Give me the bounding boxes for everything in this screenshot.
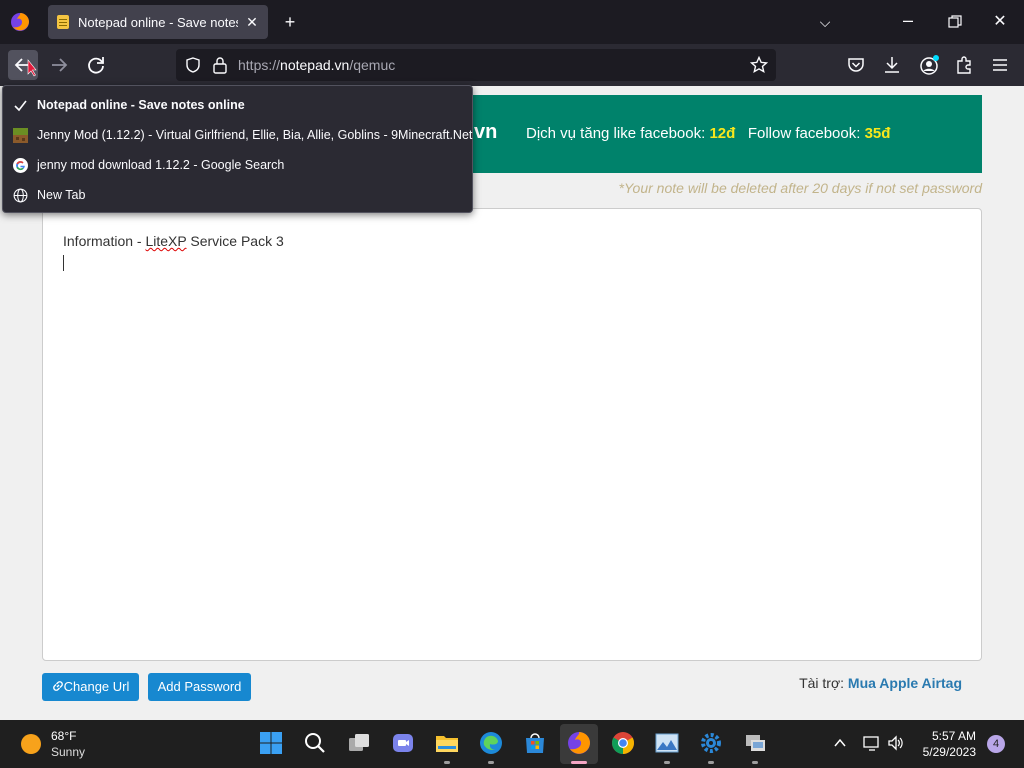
downloads-icon[interactable] (883, 55, 901, 75)
reload-button[interactable] (81, 50, 111, 80)
account-icon[interactable] (919, 54, 941, 76)
chevron-up-icon[interactable] (833, 736, 847, 750)
ad-banner[interactable]: vn Dịch vụ tăng like facebook: 12đ Follo… (440, 95, 982, 173)
file-explorer-icon[interactable] (434, 730, 460, 756)
url-path: /qemuc (349, 57, 396, 73)
running-indicator (488, 761, 494, 764)
tracking-protection-shield-icon[interactable] (185, 57, 201, 73)
edge-icon[interactable] (478, 730, 504, 756)
note-editor[interactable]: Information - LiteXP Service Pack 3 (42, 208, 982, 661)
firefox-logo-icon[interactable] (10, 12, 30, 32)
clock-time[interactable]: 5:57 AM (920, 729, 976, 743)
new-tab-icon[interactable]: + (280, 12, 300, 32)
sponsor-text: Tài trợ: Mua Apple Airtag (799, 675, 962, 691)
change-url-label: Change Url (63, 679, 130, 694)
note-expiry-hint: *Your note will be deleted after 20 days… (618, 180, 982, 196)
navigation-toolbar: https://notepad.vn/qemuc (0, 44, 1024, 86)
teams-chat-icon[interactable] (390, 730, 416, 756)
tab-strip: Notepad online - Save notes online ✕ + ⌵… (0, 0, 1024, 44)
list-all-tabs-icon[interactable]: ⌵ (815, 12, 835, 32)
chrome-icon[interactable] (610, 730, 636, 756)
banner-text: Dịch vụ tăng like facebook: 12đ Follow f… (526, 125, 890, 142)
pocket-icon[interactable] (847, 56, 865, 74)
firefox-taskbar-icon[interactable] (566, 730, 592, 756)
history-item-new-tab[interactable]: New Tab (3, 180, 472, 210)
minecraft-favicon-icon (13, 128, 28, 143)
network-icon[interactable] (863, 734, 881, 752)
notepad-favicon-icon (57, 15, 69, 29)
google-favicon-icon (13, 158, 28, 173)
search-icon[interactable] (302, 730, 328, 756)
running-indicator (752, 761, 758, 764)
history-item-9minecraft[interactable]: Jenny Mod (1.12.2) - Virtual Girlfriend,… (3, 120, 472, 150)
running-indicator (444, 761, 450, 764)
notification-badge[interactable]: 4 (987, 735, 1005, 753)
history-item-label: New Tab (37, 188, 86, 202)
settings-app-icon[interactable] (698, 730, 724, 756)
reload-icon (88, 57, 104, 74)
volume-icon[interactable] (887, 734, 905, 752)
remote-desktop-icon[interactable] (742, 730, 768, 756)
photo-viewer-icon[interactable] (654, 730, 680, 756)
forward-button[interactable] (44, 50, 74, 80)
history-item-current[interactable]: Notepad online - Save notes online (3, 90, 472, 120)
banner-service-label: Dịch vụ tăng like facebook: (526, 125, 706, 142)
minimize-icon[interactable]: – (898, 10, 918, 30)
editor-text-part2: Service Pack 3 (186, 233, 284, 249)
tab-title: Notepad online - Save notes online (78, 15, 238, 30)
close-tab-icon[interactable]: ✕ (242, 12, 262, 32)
bookmark-star-icon[interactable] (750, 56, 768, 74)
active-indicator (571, 761, 587, 764)
running-indicator (708, 761, 714, 764)
back-button[interactable] (8, 50, 38, 80)
back-history-menu: Notepad online - Save notes online Jenny… (2, 85, 473, 213)
globe-icon (13, 188, 28, 203)
microsoft-store-icon[interactable] (522, 730, 548, 756)
banner-price-like: 12đ (709, 125, 736, 142)
editor-text[interactable]: Information - LiteXP Service Pack 3 (63, 233, 284, 249)
url-domain: notepad.vn (280, 57, 350, 73)
add-password-label: Add Password (157, 679, 242, 694)
close-window-icon[interactable]: ✕ (990, 12, 1010, 32)
restore-icon[interactable] (948, 15, 962, 29)
history-item-google-search[interactable]: jenny mod download 1.12.2 - Google Searc… (3, 150, 472, 180)
forward-arrow-icon (52, 58, 68, 72)
change-url-button[interactable]: Change Url (42, 673, 139, 701)
check-icon (14, 100, 27, 112)
address-bar[interactable]: https://notepad.vn/qemuc (176, 49, 776, 81)
link-icon (52, 681, 63, 691)
history-item-label: jenny mod download 1.12.2 - Google Searc… (37, 158, 285, 172)
banner-site-fragment: vn (474, 121, 498, 143)
extensions-icon[interactable] (955, 55, 973, 75)
sun-icon (21, 734, 41, 754)
banner-follow-label: Follow facebook: (747, 125, 861, 142)
active-tab[interactable]: Notepad online - Save notes online ✕ (48, 5, 268, 39)
sponsor-label: Tài trợ: (799, 675, 845, 691)
running-indicator (664, 761, 670, 764)
weather-description: Sunny (51, 745, 86, 759)
editor-text-misspelled-word: LiteXP (145, 233, 187, 249)
lock-icon[interactable] (212, 56, 228, 74)
back-arrow-icon (14, 58, 37, 77)
add-password-button[interactable]: Add Password (148, 673, 251, 701)
editor-text-part1: Information - (63, 233, 146, 249)
task-view-icon[interactable] (346, 730, 372, 756)
banner-price-follow: 35đ (864, 125, 891, 142)
history-item-label: Jenny Mod (1.12.2) - Virtual Girlfriend,… (37, 128, 473, 142)
sponsor-link[interactable]: Mua Apple Airtag (848, 675, 962, 691)
clock-date[interactable]: 5/29/2023 (916, 745, 976, 759)
weather-widget[interactable]: 68°F Sunny (10, 720, 100, 768)
text-caret (63, 255, 64, 271)
url-text[interactable]: https://notepad.vn/qemuc (238, 57, 395, 73)
hamburger-menu-icon[interactable] (992, 58, 1008, 72)
history-item-label: Notepad online - Save notes online (37, 98, 245, 112)
weather-temperature: 68°F (51, 729, 77, 743)
windows-taskbar: 68°F Sunny 5:57 AM 5/29/2023 4 (0, 720, 1024, 768)
windows-start-icon[interactable] (258, 730, 284, 756)
url-scheme: https:// (238, 57, 281, 73)
